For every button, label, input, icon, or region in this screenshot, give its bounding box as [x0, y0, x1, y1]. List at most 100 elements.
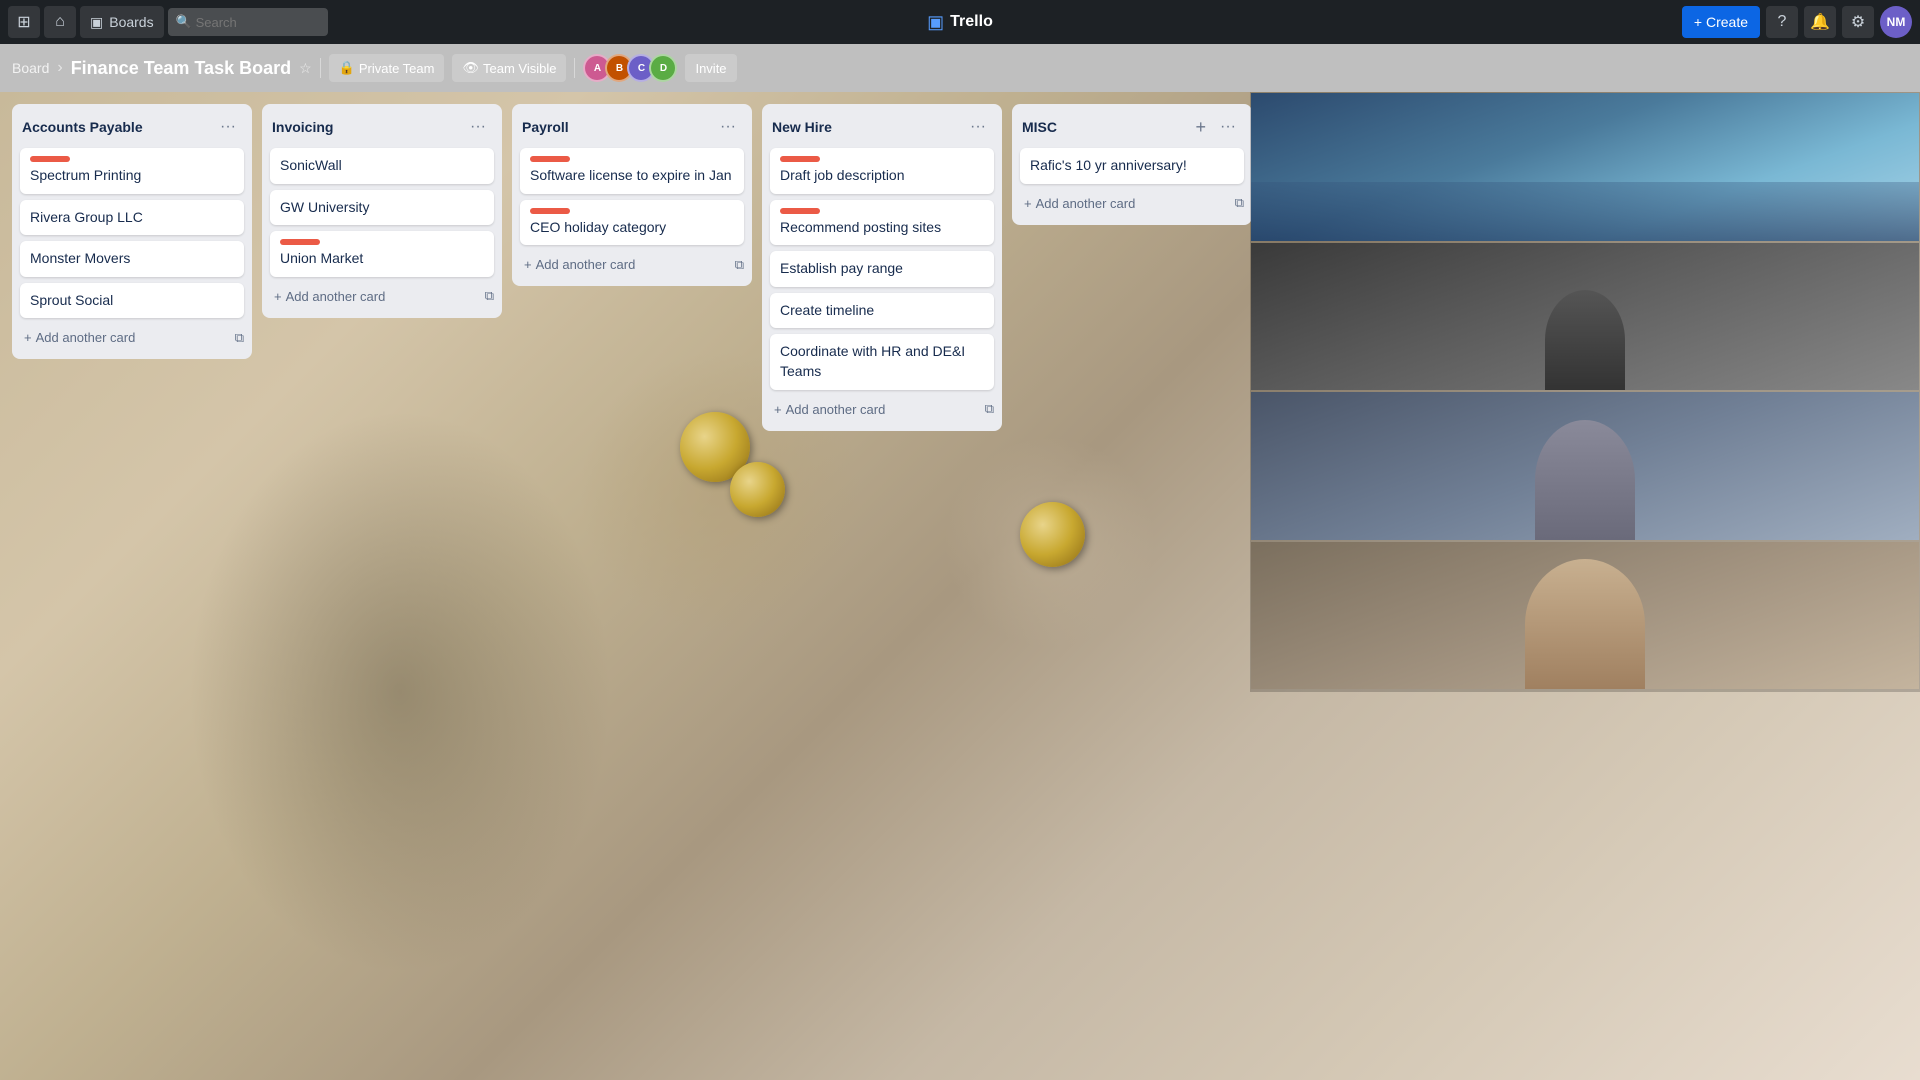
- settings-button[interactable]: ⚙: [1842, 6, 1874, 38]
- plus-icon: +: [24, 330, 32, 345]
- home-icon[interactable]: ⌂: [44, 6, 76, 38]
- add-card-label: Add another card: [536, 257, 636, 272]
- list-title-misc: MISC: [1022, 119, 1057, 135]
- card-title: Software license to expire in Jan: [530, 166, 734, 186]
- card-draft-job-desc[interactable]: Draft job description: [770, 148, 994, 194]
- card-create-timeline[interactable]: Create timeline: [770, 293, 994, 329]
- video-cell-4: [1250, 541, 1920, 691]
- video-person-4: [1525, 559, 1645, 689]
- divider-2: [574, 58, 575, 78]
- list-header-misc: MISC + ···: [1020, 112, 1244, 142]
- list-menu-button-misc[interactable]: ···: [1214, 116, 1242, 138]
- add-card-button-invoicing[interactable]: + Add another card: [270, 283, 485, 310]
- boards-icon: ▣: [90, 14, 103, 31]
- list-menu-button-accounts-payable[interactable]: ···: [214, 116, 242, 138]
- add-card-label: Add another card: [36, 330, 136, 345]
- notifications-button[interactable]: 🔔: [1804, 6, 1836, 38]
- video-call-panel: [1250, 92, 1920, 692]
- list-title-invoicing: Invoicing: [272, 119, 333, 135]
- card-sonicwall[interactable]: SonicWall: [270, 148, 494, 184]
- card-monster-movers[interactable]: Monster Movers: [20, 241, 244, 277]
- card-label-red: [780, 156, 820, 162]
- card-title: Coordinate with HR and DE&I Teams: [780, 342, 984, 381]
- avatar-4[interactable]: D: [649, 54, 677, 82]
- card-title: CEO holiday category: [530, 218, 734, 238]
- video-person-3: [1535, 420, 1635, 540]
- board-link[interactable]: Board: [12, 60, 49, 76]
- add-card-button-new-hire[interactable]: + Add another card: [770, 396, 985, 423]
- list-new-hire: New Hire ··· Draft job description Recom…: [762, 104, 1002, 431]
- list-misc: MISC + ··· Rafic's 10 yr anniversary! + …: [1012, 104, 1252, 225]
- list-header-invoicing: Invoicing ···: [270, 112, 494, 142]
- list-header-payroll: Payroll ···: [520, 112, 744, 142]
- video-bg-4: [1251, 542, 1919, 690]
- card-label-red: [780, 208, 820, 214]
- template-icon: ⧉: [485, 288, 494, 304]
- card-title: Establish pay range: [780, 259, 984, 279]
- card-label-red: [530, 208, 570, 214]
- add-card-row: + Add another card ⧉: [770, 396, 994, 423]
- card-software-license[interactable]: Software license to expire in Jan: [520, 148, 744, 194]
- card-title: Spectrum Printing: [30, 166, 234, 186]
- card-title: Draft job description: [780, 166, 984, 186]
- card-gw-university[interactable]: GW University: [270, 190, 494, 226]
- divider-1: [320, 58, 321, 78]
- card-title: Sprout Social: [30, 291, 234, 311]
- video-cell-1: [1250, 92, 1920, 242]
- apps-icon[interactable]: ⊞: [8, 6, 40, 38]
- private-team-label: Private Team: [359, 61, 435, 76]
- list-header-new-hire: New Hire ···: [770, 112, 994, 142]
- template-icon: ⧉: [985, 401, 994, 417]
- add-card-row: + Add another card ⧉: [270, 283, 494, 310]
- video-person-2: [1545, 290, 1625, 390]
- invite-label: Invite: [695, 61, 726, 76]
- eye-icon: 👁: [462, 60, 479, 76]
- card-spectrum-printing[interactable]: Spectrum Printing: [20, 148, 244, 194]
- card-title: Rivera Group LLC: [30, 208, 234, 228]
- user-avatar[interactable]: NM: [1880, 6, 1912, 38]
- add-card-button-payroll[interactable]: + Add another card: [520, 251, 735, 278]
- team-visible-button[interactable]: 👁 Team Visible: [452, 54, 566, 82]
- card-label-red: [280, 239, 320, 245]
- video-person-5: [1535, 690, 1635, 691]
- misc-add-button[interactable]: +: [1192, 117, 1211, 138]
- lock-icon: 🔒: [339, 60, 355, 76]
- plus-icon: +: [524, 257, 532, 272]
- list-invoicing: Invoicing ··· SonicWall GW University Un…: [262, 104, 502, 318]
- add-card-label: Add another card: [786, 402, 886, 417]
- star-button[interactable]: ☆: [299, 60, 312, 77]
- list-title-accounts-payable: Accounts Payable: [22, 119, 143, 135]
- info-button[interactable]: ?: [1766, 6, 1798, 38]
- list-accounts-payable: Accounts Payable ··· Spectrum Printing R…: [12, 104, 252, 359]
- video-bg-1: [1251, 93, 1919, 241]
- invite-button[interactable]: Invite: [685, 54, 736, 82]
- boards-button[interactable]: ▣ Boards: [80, 6, 164, 38]
- card-rivera-group[interactable]: Rivera Group LLC: [20, 200, 244, 236]
- card-recommend-posting[interactable]: Recommend posting sites: [770, 200, 994, 246]
- card-title: Monster Movers: [30, 249, 234, 269]
- list-menu-button-invoicing[interactable]: ···: [464, 116, 492, 138]
- list-title-new-hire: New Hire: [772, 119, 832, 135]
- card-sprout-social[interactable]: Sprout Social: [20, 283, 244, 319]
- video-cell-2: [1250, 242, 1920, 392]
- list-menu-button-payroll[interactable]: ···: [714, 116, 742, 138]
- card-ceo-holiday[interactable]: CEO holiday category: [520, 200, 744, 246]
- video-person-silhouette: [1251, 182, 1919, 241]
- card-union-market[interactable]: Union Market: [270, 231, 494, 277]
- video-cell-5: [1250, 690, 1920, 692]
- add-card-button-accounts-payable[interactable]: + Add another card: [20, 324, 235, 351]
- add-card-button-misc[interactable]: + Add another card: [1020, 190, 1235, 217]
- card-establish-pay[interactable]: Establish pay range: [770, 251, 994, 287]
- search-icon: 🔍: [176, 14, 192, 30]
- create-button[interactable]: + Create: [1682, 6, 1760, 38]
- trello-logo-text: Trello: [950, 13, 993, 31]
- topbar-center: ▣ Trello: [927, 12, 993, 33]
- card-title: Rafic's 10 yr anniversary!: [1030, 156, 1234, 176]
- list-menu-button-new-hire[interactable]: ···: [964, 116, 992, 138]
- add-card-label: Add another card: [1036, 196, 1136, 211]
- trello-logo-icon: ▣: [927, 12, 944, 33]
- card-coordinate-hr[interactable]: Coordinate with HR and DE&I Teams: [770, 334, 994, 389]
- board-title: Finance Team Task Board: [71, 58, 291, 79]
- card-rafic-anniversary[interactable]: Rafic's 10 yr anniversary!: [1020, 148, 1244, 184]
- private-team-button[interactable]: 🔒 Private Team: [329, 54, 445, 82]
